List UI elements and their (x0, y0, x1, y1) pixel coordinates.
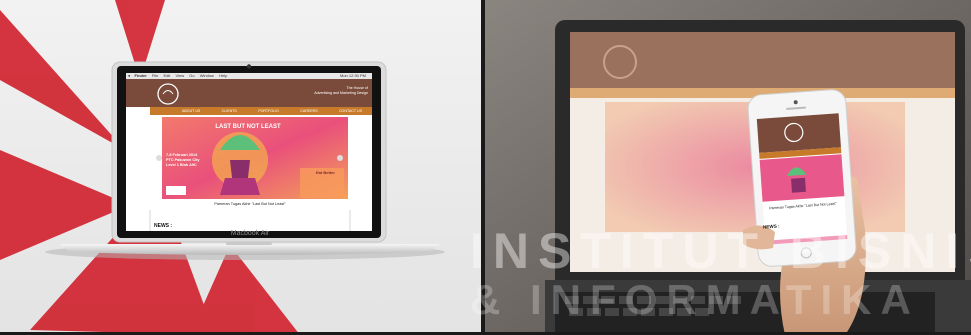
banner-title: LAST BUT NOT LEAST (215, 124, 281, 130)
nav-portfolio[interactable]: PORTFOLIO (258, 107, 279, 115)
menu-item[interactable]: Go (189, 73, 194, 78)
watermark-line2: & INFORMATIKA (470, 276, 920, 323)
news-label: NEWS : (154, 223, 173, 229)
watermark-line1: INSTITUT BISNIS (470, 223, 971, 279)
banner-right-title: Eat Better (316, 170, 335, 175)
site-tagline: The House of Advertising and Marketing D… (298, 86, 368, 95)
left-scene (0, 0, 481, 335)
menu-item[interactable]: Finder (135, 73, 147, 78)
nav-careers[interactable]: CAREERS (300, 107, 317, 115)
apple-icon: ● (128, 72, 131, 78)
menu-clock: Mon 12:30 PM (339, 72, 366, 78)
menu-item[interactable]: Help (219, 73, 227, 78)
site-caption: Pameran Tugas Akhir "Last But Not Least" (214, 202, 286, 206)
menu-item[interactable]: Edit (163, 73, 170, 78)
laptop-model-label: Macbook Air (230, 230, 270, 237)
watermark-text: INSTITUT BISNIS & INFORMATIKA (470, 222, 971, 324)
menu-item[interactable]: File (152, 73, 158, 78)
banner-info: 7-8 Februari 2014 PTC Pakuwon City Level… (166, 153, 216, 168)
banner-level: Level 1 Blok A9C (166, 163, 197, 167)
left-photo-macbook: ● Finder File Edit View Go Window Help M… (0, 0, 481, 335)
composite-image: ● Finder File Edit View Go Window Help M… (0, 0, 971, 335)
nav-clients[interactable]: CLIENTS (222, 107, 237, 115)
tagline-line2: Advertising and Marketing Design (314, 90, 368, 95)
menu-item[interactable]: Window (200, 73, 214, 78)
site-nav: ABOUT US CLIENTS PORTFOLIO CAREERS CONTA… (182, 107, 362, 115)
mac-menu-bar: ● Finder File Edit View Go Window Help M… (128, 73, 368, 79)
nav-about[interactable]: ABOUT US (182, 107, 200, 115)
menu-item[interactable]: View (176, 73, 185, 78)
nav-contact[interactable]: CONTACT US (339, 107, 362, 115)
